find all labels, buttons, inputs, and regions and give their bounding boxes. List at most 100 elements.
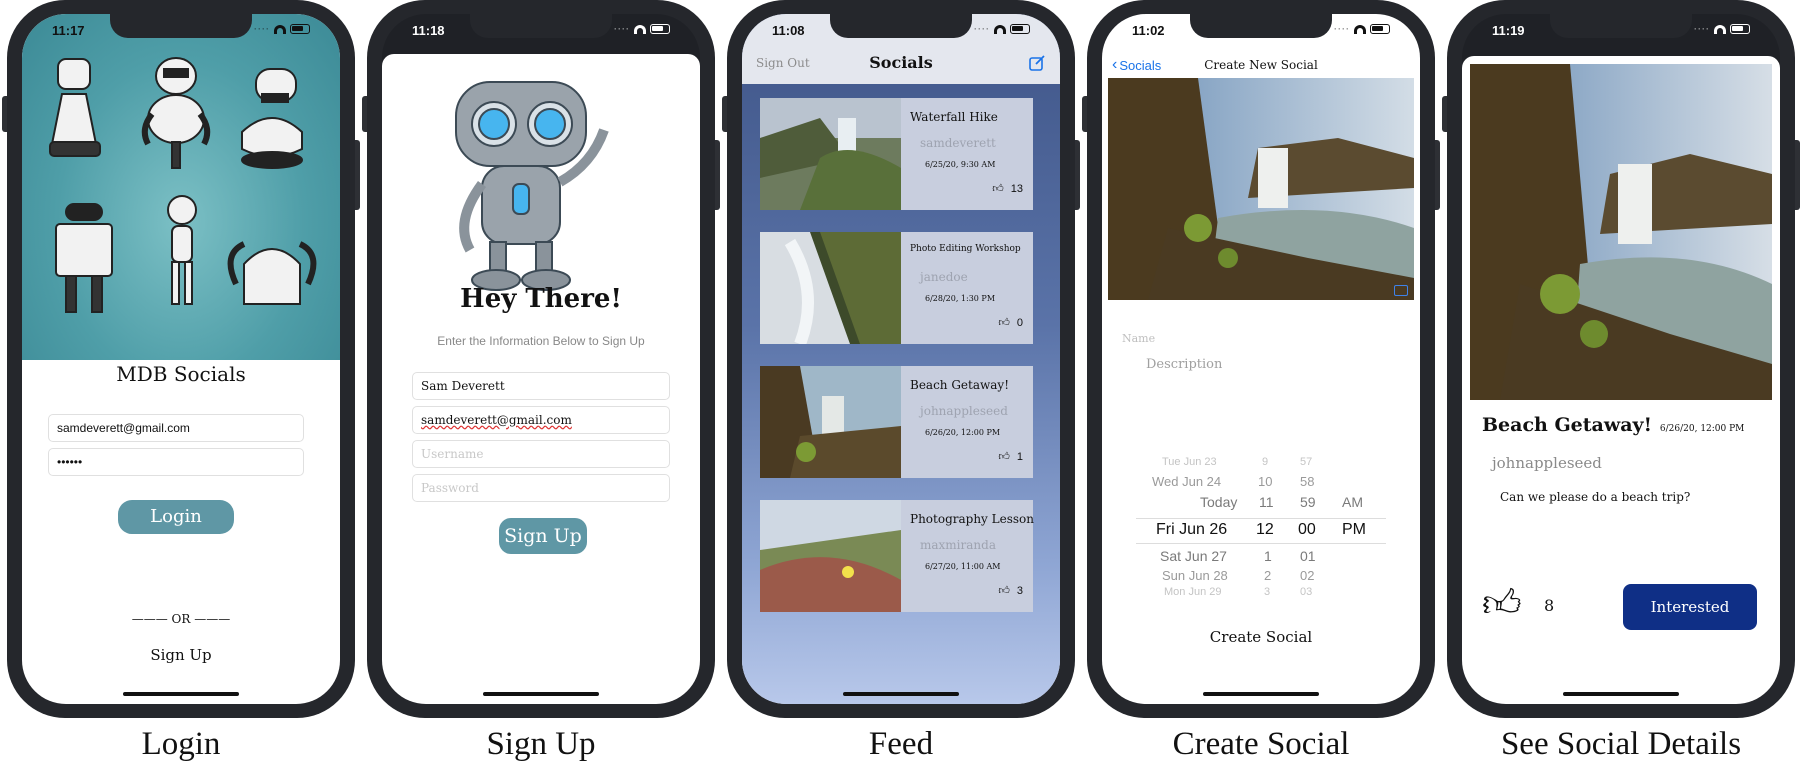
thumbs-up-icon[interactable]: 👍︎ [998, 316, 1010, 329]
event-image[interactable] [1108, 78, 1414, 300]
robots-illustration [22, 14, 340, 360]
picker-hour: 9 [1262, 456, 1269, 468]
caption-login: Login [141, 726, 221, 762]
battery-icon [290, 24, 310, 34]
status-bar: 11:17 ···· [22, 14, 340, 46]
feed-card[interactable]: Photography Lesson maxmiranda 6/27/20, 1… [760, 500, 1034, 612]
status-time: 11:02 [1132, 23, 1165, 38]
status-time: 11:19 [1492, 23, 1525, 38]
status-bar: 11:02 ···· [1102, 14, 1420, 46]
like-count: 13 [1010, 182, 1023, 195]
wifi-icon [1354, 24, 1366, 34]
picker-day: Tue Jun 23 [1162, 456, 1217, 468]
post-date: 6/28/20, 1:30 PM [925, 294, 996, 303]
like-count: 0 [1016, 316, 1023, 329]
robot-mascot [455, 81, 609, 291]
picker-hour: 3 [1264, 586, 1271, 598]
create-social-button[interactable]: Create Social [1102, 628, 1420, 646]
signup-link[interactable]: Sign Up [22, 646, 340, 664]
home-indicator [843, 692, 959, 696]
post-title: Photography Lesson [910, 512, 1034, 526]
phone-feed: 11:08 ···· Sign Out Socials Waterfall Hi… [722, 0, 1080, 718]
username-field[interactable]: Username [412, 440, 670, 468]
home-indicator [1203, 692, 1319, 696]
picker-minute: 57 [1300, 456, 1313, 468]
picker-ampm: AM [1342, 494, 1363, 510]
name-field[interactable]: Name [1122, 332, 1155, 345]
details-screen: 11:19 ···· Beach Getaway! 6/26/20, 12:00… [1462, 14, 1780, 704]
compose-icon[interactable] [1028, 54, 1046, 72]
password-field[interactable]: Password [412, 474, 670, 502]
post-image [760, 98, 901, 210]
signup-screen: 11:18 ···· Hey There! Enter the Informat… [382, 14, 700, 704]
name-field[interactable]: Sam Deverett [412, 372, 670, 400]
picker-hour: 11 [1259, 494, 1274, 510]
interested-button[interactable]: Interested [1623, 584, 1757, 630]
post-likes: 👍︎ 0 [998, 316, 1023, 330]
status-icons: ···· [254, 24, 310, 34]
post-user: johnappleseed [920, 404, 1008, 418]
battery-icon [1010, 24, 1030, 34]
status-bar: 11:18 ···· [382, 14, 700, 46]
password-field[interactable]: •••••• [48, 448, 304, 476]
post-user: janedoe [920, 270, 968, 284]
phone-signup: 11:18 ···· Hey There! Enter the Informat… [362, 0, 720, 718]
status-time: 11:18 [412, 23, 445, 38]
phone-details: 11:19 ···· Beach Getaway! 6/26/20, 12:00… [1442, 0, 1800, 718]
login-screen: 11:17 ···· MDB Socials samdeverett@gmail… [22, 14, 340, 704]
picker-day: Sat Jun 27 [1160, 548, 1227, 564]
picker-day: Wed Jun 24 [1152, 474, 1222, 489]
post-title: Beach Getaway! [910, 378, 1010, 392]
modal-sheet: Beach Getaway! 6/26/20, 12:00 PM johnapp… [1462, 56, 1780, 704]
nav-title: Create New Social [1204, 58, 1318, 72]
home-indicator [123, 692, 239, 696]
status-bar: 11:19 ···· [1462, 14, 1780, 46]
login-button[interactable]: Login [118, 500, 234, 534]
thumbs-up-icon[interactable]: 👍︎ [1482, 582, 1522, 627]
battery-icon [1730, 24, 1750, 34]
like-count: 3 [1016, 584, 1023, 597]
detail-date: 6/26/20, 12:00 PM [1659, 424, 1745, 434]
picker-hour: 2 [1264, 568, 1272, 583]
wifi-icon [994, 24, 1006, 34]
caption-signup: Sign Up [486, 726, 596, 762]
signup-button[interactable]: Sign Up [499, 518, 587, 554]
wifi-icon [1714, 24, 1726, 34]
battery-icon [1370, 24, 1390, 34]
home-indicator [483, 692, 599, 696]
feed-card[interactable]: Beach Getaway! johnappleseed 6/26/20, 12… [760, 366, 1033, 478]
post-date: 6/26/20, 12:00 PM [925, 428, 1001, 437]
picker-hour: 10 [1258, 474, 1273, 489]
event-image [1470, 64, 1772, 400]
feed-card[interactable]: Photo Editing Workshop janedoe 6/28/20, … [760, 232, 1033, 344]
date-picker[interactable]: Tue Jun 23 9 57 Wed Jun 24 10 58 Today 1… [1102, 454, 1420, 604]
post-likes: 👍︎ 1 [998, 450, 1023, 464]
battery-icon [650, 24, 670, 34]
picker-minute: 03 [1300, 586, 1313, 598]
feed-card[interactable]: Waterfall Hike samdeverett 6/25/20, 9:30… [760, 98, 1033, 210]
like-count: 1 [1016, 450, 1023, 463]
detail-title: Beach Getaway! [1482, 414, 1652, 436]
picker-ampm: PM [1342, 521, 1366, 538]
thumbs-up-icon[interactable]: 👍︎ [998, 450, 1010, 463]
thumbs-up-icon[interactable]: 👍︎ [998, 584, 1010, 597]
picker-day: Mon Jun 29 [1164, 586, 1222, 598]
detail-description: Can we please do a beach trip? [1500, 490, 1691, 504]
thumbs-up-icon[interactable]: 👍︎ [992, 182, 1004, 195]
description-field[interactable]: Description [1146, 357, 1222, 372]
post-date: 6/27/20, 11:00 AM [925, 562, 1001, 571]
post-user: maxmiranda [920, 538, 996, 552]
post-image [760, 366, 901, 478]
post-user: samdeverett [920, 136, 996, 150]
status-icons: ···· [974, 24, 1030, 34]
caption-feed: Feed [868, 726, 934, 762]
email-field[interactable]: samdeverett@gmail.com [412, 406, 670, 434]
create-screen: 11:02 ···· ‹ Socials Create New Social N… [1102, 14, 1420, 704]
photo-icon[interactable] [1394, 285, 1408, 296]
home-indicator [1563, 692, 1679, 696]
signup-subtitle: Enter the Information Below to Sign Up [437, 334, 645, 348]
post-image [760, 232, 901, 344]
picker-day: Today [1200, 494, 1238, 510]
picker-minute: 02 [1300, 568, 1315, 583]
email-field[interactable]: samdeverett@gmail.com [48, 414, 304, 442]
